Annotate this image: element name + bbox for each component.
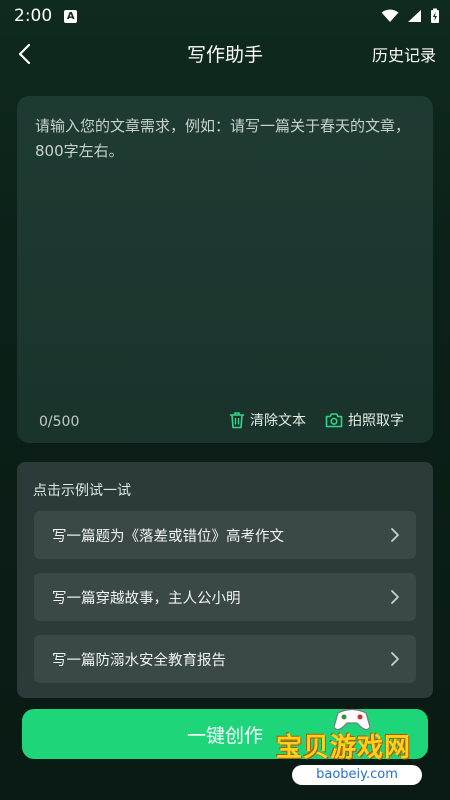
examples-panel: 点击示例试一试 写一篇题为《落差或错位》高考作文 写一篇穿越故事，主人公小明 写… <box>17 462 433 698</box>
article-request-input[interactable] <box>35 114 415 394</box>
battery-icon <box>431 8 439 23</box>
status-left: 2:00 A <box>14 6 78 26</box>
char-count: 0/500 <box>39 414 80 430</box>
one-click-create-button[interactable]: 一键创作 <box>22 709 428 759</box>
photo-capture-label: 拍照取字 <box>348 413 404 429</box>
history-button[interactable]: 历史记录 <box>372 42 436 66</box>
notification-icon: A <box>64 9 78 23</box>
example-item[interactable]: 写一篇防溺水安全教育报告 <box>34 635 416 683</box>
example-item-label: 写一篇穿越故事，主人公小明 <box>52 590 241 607</box>
header: 写作助手 历史记录 <box>0 32 450 76</box>
photo-capture-button[interactable]: 拍照取字 <box>325 410 404 430</box>
examples-title: 点击示例试一试 <box>33 483 131 499</box>
example-item[interactable]: 写一篇穿越故事，主人公小明 <box>34 573 416 621</box>
watermark-url: baobeiy.com <box>292 765 422 785</box>
clear-text-label: 清除文本 <box>250 413 306 429</box>
signal-icon <box>408 10 421 22</box>
status-time: 2:00 <box>14 6 53 26</box>
status-bar: 2:00 A <box>0 0 450 32</box>
example-item[interactable]: 写一篇题为《落差或错位》高考作文 <box>34 511 416 559</box>
camera-icon <box>325 413 343 428</box>
wifi-icon <box>381 9 399 22</box>
chevron-right-icon <box>391 590 399 604</box>
example-item-label: 写一篇题为《落差或错位》高考作文 <box>52 528 284 545</box>
editor-card: 0/500 清除文本 拍照取字 <box>17 96 433 443</box>
chevron-right-icon <box>391 528 399 542</box>
clear-text-button[interactable]: 清除文本 <box>229 410 306 430</box>
status-icons <box>381 8 440 24</box>
chevron-right-icon <box>391 652 399 666</box>
trash-icon <box>229 412 245 429</box>
example-item-label: 写一篇防溺水安全教育报告 <box>52 652 226 669</box>
